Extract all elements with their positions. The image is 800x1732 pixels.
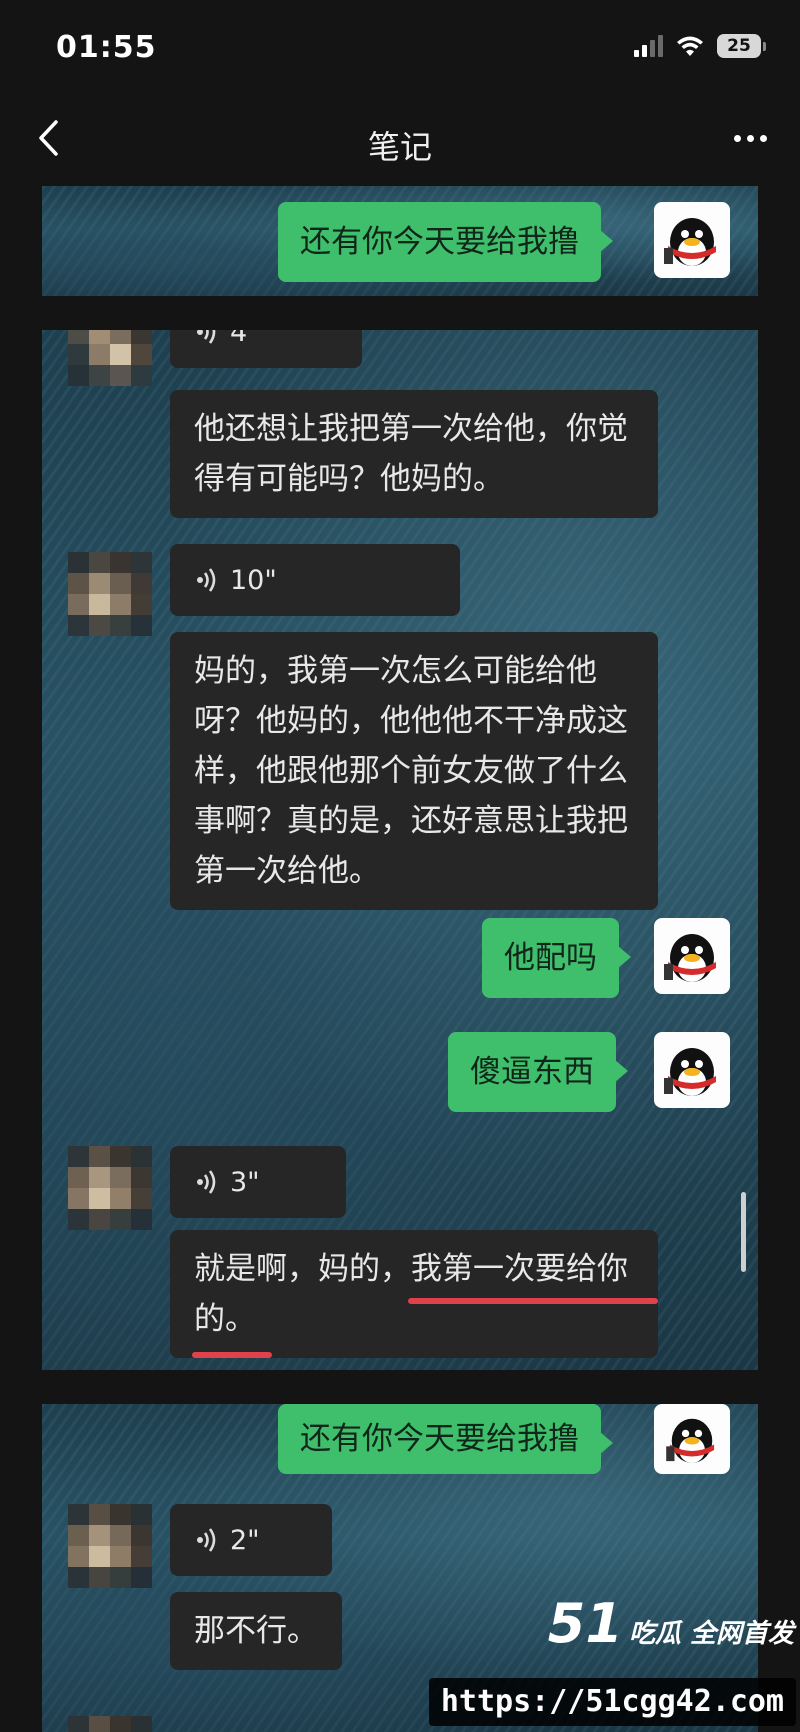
watermark-logo: 51 吃瓜 全网首发: [548, 1592, 794, 1655]
message-text: 傻逼东西: [470, 1054, 594, 1090]
battery-level: 25: [717, 34, 761, 58]
chat-screenshot-2: 4" 他还想让我把第一次给他，你觉得有可能吗？他妈的。 10" 妈的，我第一次怎…: [42, 330, 758, 1370]
chat-screenshot-1: 还有你今天要给我撸: [42, 186, 758, 296]
battery-icon: 25: [717, 34, 766, 58]
red-highlight-underline: [408, 1298, 658, 1304]
voice-message[interactable]: 2": [170, 1504, 332, 1576]
status-icons: 25: [634, 34, 766, 58]
penguin-avatar-icon: [664, 934, 716, 982]
voice-wave-icon: [196, 567, 218, 593]
voice-wave-icon: [196, 1169, 218, 1195]
avatar-contact-blurred[interactable]: [68, 330, 152, 386]
watermark-url: https://51cgg42.com: [428, 1678, 796, 1726]
message-text: 那不行。: [194, 1613, 318, 1649]
avatar-self[interactable]: [654, 918, 730, 994]
chat-bubble-sent[interactable]: 傻逼东西: [448, 1032, 628, 1112]
voice-duration: 2": [230, 1524, 260, 1556]
watermark-logo-number: 51: [547, 1592, 623, 1655]
avatar-contact-blurred[interactable]: [68, 1716, 152, 1732]
cellular-signal-icon: [634, 35, 663, 57]
avatar-self[interactable]: [654, 202, 730, 278]
message-text: 还有你今天要给我撸: [300, 1421, 579, 1457]
watermark-tagline: 吃瓜 全网首发: [628, 1619, 794, 1649]
message-text: 他配吗: [504, 940, 597, 976]
message-text: 还有你今天要给我撸: [300, 224, 579, 260]
more-dot-icon: [733, 134, 741, 142]
chat-bubble-received[interactable]: 妈的，我第一次怎么可能给他呀？他妈的，他他他不干净成这样，他跟他那个前女友做了什…: [170, 632, 658, 910]
chat-bubble-sent[interactable]: 还有你今天要给我撸: [278, 1404, 613, 1474]
red-highlight-underline: [192, 1352, 272, 1358]
page-title: 笔记: [367, 128, 432, 166]
chat-bubble-sent[interactable]: 他配吗: [482, 918, 631, 998]
message-text: 就是啊，妈的，我第一次要给你的。: [194, 1251, 628, 1337]
chat-bubble-sent[interactable]: 还有你今天要给我撸: [278, 202, 613, 282]
chat-bubble-received[interactable]: 就是啊，妈的，我第一次要给你的。: [170, 1230, 658, 1358]
wifi-icon: [677, 36, 703, 56]
message-text: 他还想让我把第一次给他，你觉得有可能吗？他妈的。: [194, 411, 628, 497]
voice-message[interactable]: 3": [170, 1146, 346, 1218]
more-dot-icon: [746, 134, 754, 142]
penguin-avatar-icon: [664, 1048, 716, 1096]
more-dot-icon: [759, 134, 767, 142]
scrollbar[interactable]: [741, 1192, 746, 1272]
avatar-contact-blurred[interactable]: [68, 1504, 152, 1588]
status-bar: 01:55 25: [0, 0, 800, 100]
more-options-button[interactable]: [724, 116, 776, 160]
voice-wave-icon: [196, 330, 218, 345]
avatar-contact-blurred[interactable]: [68, 552, 152, 636]
voice-message[interactable]: 10": [170, 544, 460, 616]
avatar-self[interactable]: [654, 1404, 730, 1474]
nav-bar: 笔记: [0, 100, 800, 182]
avatar-self[interactable]: [654, 1032, 730, 1108]
voice-duration: 3": [230, 1166, 260, 1198]
voice-duration: 10": [230, 564, 277, 596]
watermark: 51 吃瓜 全网首发 https://51cgg42.com: [428, 1582, 800, 1732]
avatar-contact-blurred[interactable]: [68, 1146, 152, 1230]
penguin-avatar-icon: [664, 218, 716, 266]
voice-message[interactable]: 4": [170, 330, 362, 368]
chat-bubble-received[interactable]: 他还想让我把第一次给他，你觉得有可能吗？他妈的。: [170, 390, 658, 518]
penguin-avatar-icon: [666, 1418, 715, 1463]
chat-bubble-received[interactable]: 那不行。: [170, 1592, 342, 1670]
status-time: 01:55: [56, 30, 157, 65]
message-text: 妈的，我第一次怎么可能给他呀？他妈的，他他他不干净成这样，他跟他那个前女友做了什…: [194, 653, 628, 889]
voice-wave-icon: [196, 1527, 218, 1553]
voice-duration: 4": [230, 330, 260, 348]
